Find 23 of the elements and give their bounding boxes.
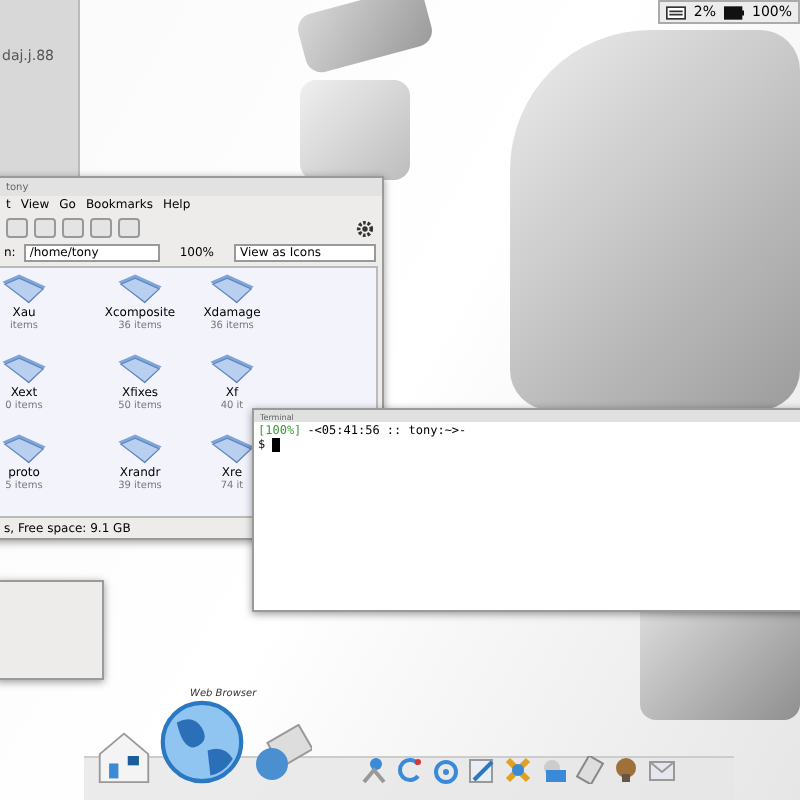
folder-icon bbox=[0, 432, 48, 466]
folder-icon bbox=[116, 432, 164, 466]
battery-icon bbox=[723, 5, 744, 19]
folder-icon bbox=[208, 272, 256, 306]
settings-icon[interactable] bbox=[356, 219, 374, 237]
folder-icon bbox=[0, 352, 48, 386]
folder-icon bbox=[116, 272, 164, 306]
cube-drawing bbox=[300, 80, 410, 180]
folder-icon bbox=[208, 432, 256, 466]
text-cursor bbox=[271, 438, 280, 452]
keyboard-icon bbox=[665, 5, 686, 19]
house-icon[interactable] bbox=[96, 728, 152, 784]
folder-icon bbox=[116, 352, 164, 386]
video-icon[interactable] bbox=[540, 756, 568, 784]
swirl-icon[interactable] bbox=[396, 756, 424, 784]
folder-icon bbox=[208, 352, 256, 386]
network-icon[interactable] bbox=[504, 756, 532, 784]
mail-globe-icon[interactable] bbox=[252, 724, 312, 784]
folder-icon bbox=[0, 272, 48, 306]
pencil-icon[interactable] bbox=[468, 756, 496, 784]
person-icon[interactable] bbox=[360, 756, 388, 784]
globe-icon[interactable] bbox=[160, 700, 244, 784]
dialog-window bbox=[0, 580, 104, 680]
